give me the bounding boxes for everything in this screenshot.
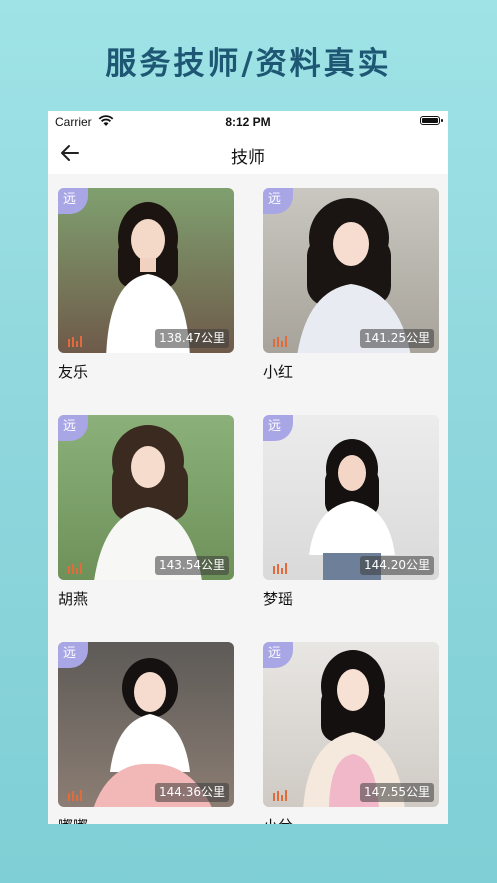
brand-logo-icon (273, 563, 287, 574)
brand-logo-icon (273, 336, 287, 347)
distance-label: 141.25公里 (360, 329, 434, 348)
technician-name: 友乐 (58, 363, 89, 381)
technician-photo: 远 147.55公里 (263, 642, 439, 807)
technician-name: 胡燕 (58, 590, 89, 608)
brand-logo-icon (68, 790, 82, 801)
technician-name: 嘟嘟 (58, 815, 234, 824)
distance-label: 138.47公里 (155, 329, 229, 348)
nav-bar: 技师 (48, 133, 448, 174)
technician-photo: 远 141.25公里 (263, 188, 439, 353)
status-bar: Carrier 8:12 PM (48, 111, 448, 133)
technician-card[interactable]: 远 141.25公里 小红 (263, 188, 439, 382)
technician-photo: 远 138.47公里 (58, 188, 234, 353)
technician-name: 梦瑶 (263, 590, 294, 608)
technician-card[interactable]: 远 144.36公里 嘟嘟 (58, 642, 234, 824)
distance-label: 147.55公里 (360, 783, 434, 802)
technician-card[interactable]: 远 138.47公里 友乐 (58, 188, 234, 382)
technician-card[interactable]: 远 147.55公里 小兮 (263, 642, 439, 824)
distance-label: 143.54公里 (155, 556, 229, 575)
technician-name: 小兮 (263, 815, 439, 824)
promo-title: 服务技师/资料真实 (105, 46, 392, 82)
brand-logo-icon (273, 790, 287, 801)
page-title: 技师 (231, 148, 265, 168)
distance-label: 144.36公里 (155, 783, 229, 802)
phone-screen: Carrier 8:12 PM 技师 远 138.47公里 友乐 远 141.2… (48, 111, 448, 824)
distance-label: 144.20公里 (360, 556, 434, 575)
brand-logo-icon (68, 563, 82, 574)
brand-logo-icon (68, 336, 82, 347)
technician-card[interactable]: 远 144.20公里 梦瑶 (263, 415, 439, 609)
technician-photo: 远 144.36公里 (58, 642, 234, 807)
technician-card[interactable]: 远 143.54公里 胡燕 (58, 415, 234, 609)
technician-photo: 远 143.54公里 (58, 415, 234, 580)
technician-name: 小红 (263, 363, 294, 381)
battery-icon (420, 116, 443, 125)
technician-photo: 远 144.20公里 (263, 415, 439, 580)
clock: 8:12 PM (225, 115, 271, 129)
